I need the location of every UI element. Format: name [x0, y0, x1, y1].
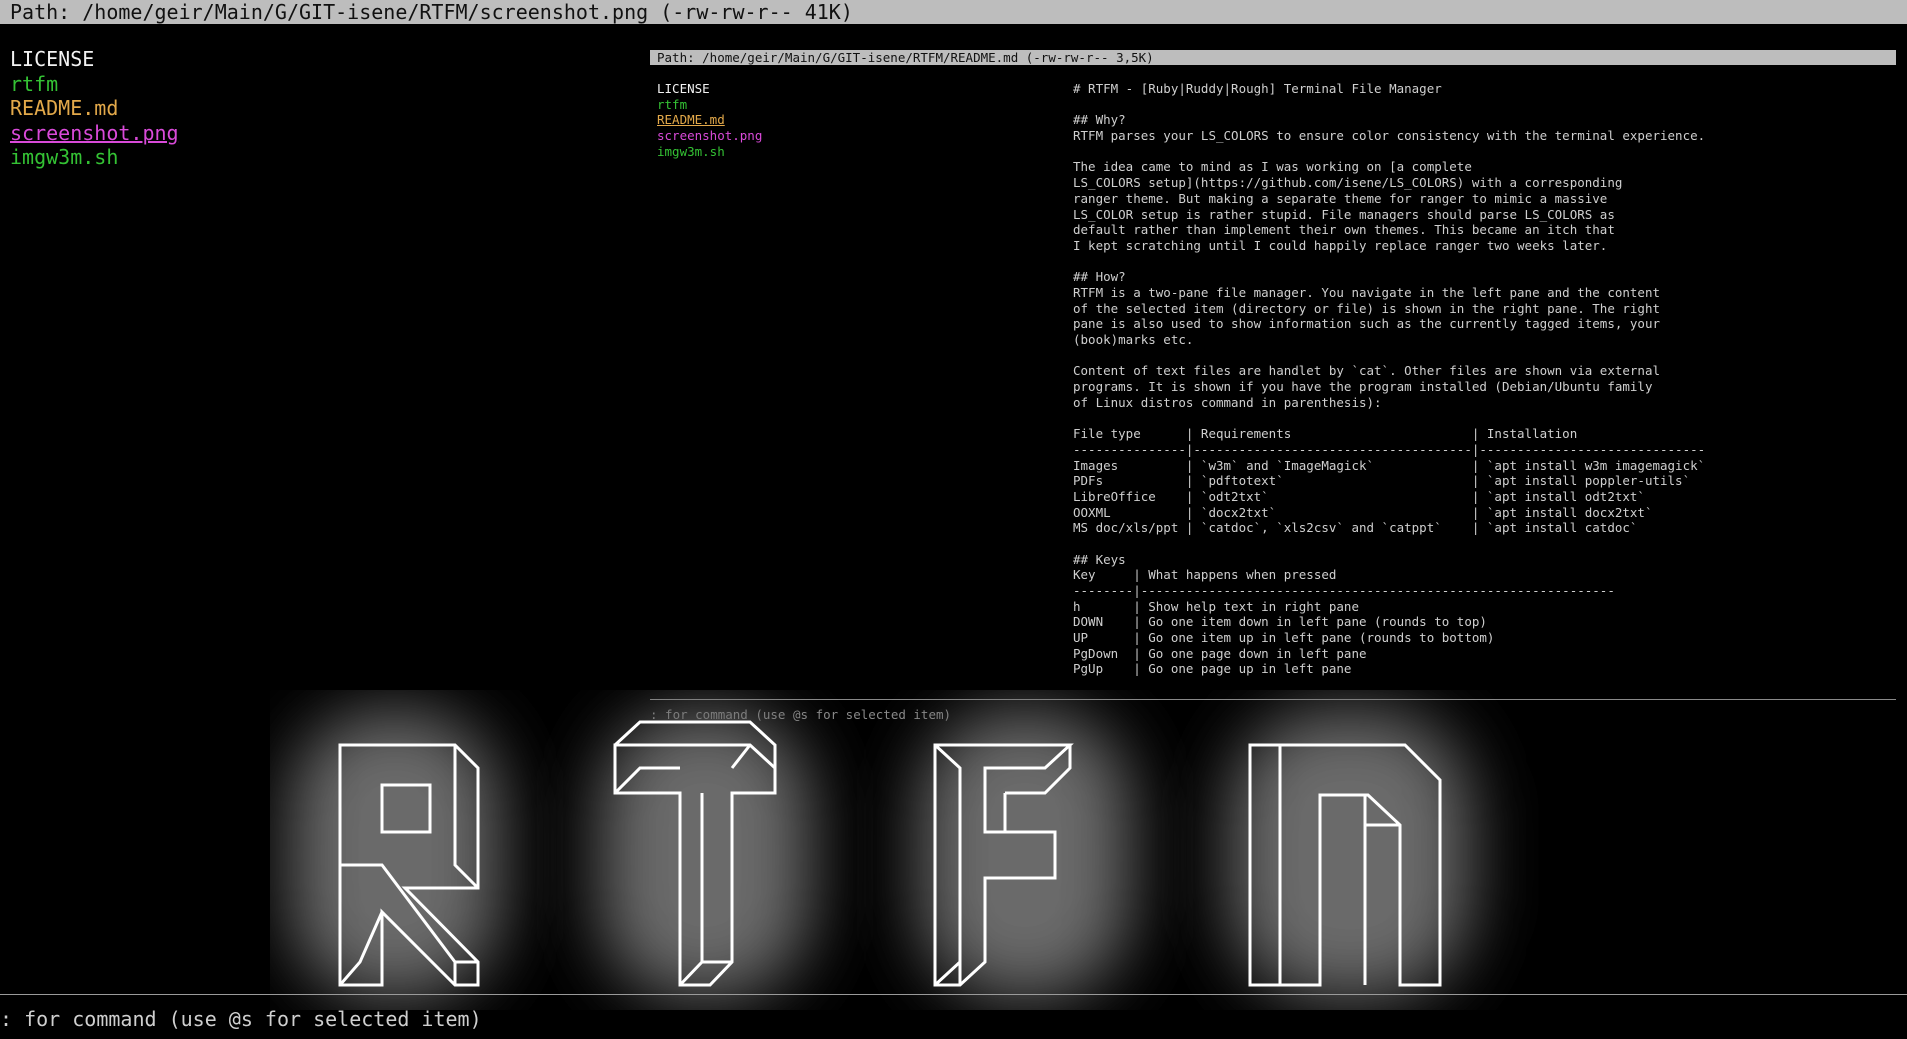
- readme-line: DOWN | Go one item down in left pane (ro…: [1073, 614, 1487, 630]
- readme-line: UP | Go one item up in left pane (rounds…: [1073, 630, 1495, 646]
- readme-line: I kept scratching until I could happily …: [1073, 237, 1608, 253]
- readme-line: ## Why?: [1073, 112, 1126, 128]
- file-item-license[interactable]: LICENSE: [10, 47, 610, 72]
- readme-line: ## Keys: [1073, 551, 1126, 567]
- preview-file-license: LICENSE: [657, 81, 710, 96]
- readme-line: ranger theme. But making a separate them…: [1073, 190, 1608, 206]
- command-line[interactable]: : for command (use @s for selected item): [0, 1006, 482, 1032]
- logo-glow: [290, 710, 1470, 1000]
- readme-line: [1073, 410, 1893, 426]
- file-item-readme[interactable]: README.md: [10, 96, 610, 121]
- readme-line: The idea came to mind as I was working o…: [1073, 159, 1472, 175]
- readme-line: h | Show help text in right pane: [1073, 598, 1359, 614]
- preview-file-screenshot: screenshot.png: [657, 128, 763, 144]
- readme-line: [1073, 97, 1893, 113]
- readme-line: LibreOffice | `odt2txt` | `apt install o…: [1073, 488, 1645, 504]
- readme-line: of Linux distros command in parenthesis)…: [1073, 394, 1382, 410]
- readme-line: MS doc/xls/ppt | `catdoc`, `xls2csv` and…: [1073, 520, 1638, 536]
- readme-line: programs. It is shown if you have the pr…: [1073, 379, 1653, 395]
- readme-line: PDFs | `pdftotext` | `apt install popple…: [1073, 473, 1691, 489]
- file-item-screenshot-selected[interactable]: screenshot.png: [10, 121, 610, 146]
- readme-line: [1073, 536, 1893, 552]
- preview-left-pane: LICENSE rtfm README.md screenshot.png im…: [657, 81, 762, 160]
- preview-readme-content: # RTFM - [Ruby|Ruddy|Rough] Terminal Fil…: [1073, 81, 1893, 677]
- readme-line: default rather than implement their own …: [1073, 222, 1615, 238]
- path-bar: Path: /home/geir/Main/G/GIT-isene/RTFM/s…: [0, 0, 1907, 24]
- bottom-divider: [0, 994, 1907, 995]
- readme-line: RTFM parses your LS_COLORS to ensure col…: [1073, 128, 1706, 144]
- readme-line: ---------------|------------------------…: [1073, 441, 1706, 457]
- file-item-imgw3m[interactable]: imgw3m.sh: [10, 145, 610, 170]
- readme-line: ## How?: [1073, 269, 1126, 285]
- readme-line: PgDown | Go one page down in left pane: [1073, 645, 1367, 661]
- readme-line: [1073, 348, 1893, 364]
- right-pane-image-preview: Path: /home/geir/Main/G/GIT-isene/RTFM/R…: [650, 50, 1896, 722]
- readme-line: # RTFM - [Ruby|Ruddy|Rough] Terminal Fil…: [1073, 81, 1442, 96]
- readme-line: LS_COLORS setup](https://github.com/isen…: [1073, 175, 1623, 191]
- readme-line: RTFM is a two-pane file manager. You nav…: [1073, 284, 1660, 300]
- left-pane-file-list[interactable]: LICENSE rtfm README.md screenshot.png im…: [10, 47, 610, 170]
- readme-line: [1073, 254, 1893, 270]
- readme-line: PgUp | Go one page up in left pane: [1073, 661, 1352, 677]
- readme-line: --------|-------------------------------…: [1073, 583, 1615, 598]
- readme-line: Key | What happens when pressed: [1073, 567, 1337, 583]
- preview-path-bar: Path: /home/geir/Main/G/GIT-isene/RTFM/R…: [650, 50, 1896, 65]
- file-item-rtfm[interactable]: rtfm: [10, 72, 610, 97]
- readme-line: Images | `w3m` and `ImageMagick` | `apt …: [1073, 457, 1706, 473]
- readme-line: File type | Requirements | Installation: [1073, 426, 1578, 442]
- readme-line: [1073, 144, 1893, 160]
- preview-file-readme-selected: README.md: [657, 112, 725, 128]
- readme-line: pane is also used to show information su…: [1073, 316, 1660, 332]
- readme-line: Content of text files are handlet by `ca…: [1073, 363, 1660, 379]
- readme-line: OOXML | `docx2txt` | `apt install docx2t…: [1073, 504, 1653, 520]
- rtfm-logo: [290, 710, 1470, 1000]
- preview-file-imgw3m: imgw3m.sh: [657, 143, 725, 159]
- readme-line: of the selected item (directory or file)…: [1073, 300, 1660, 316]
- readme-line: LS_COLOR setup is rather stupid. File ma…: [1073, 206, 1615, 222]
- preview-file-rtfm: rtfm: [657, 96, 688, 112]
- readme-line: (book)marks etc.: [1073, 332, 1194, 347]
